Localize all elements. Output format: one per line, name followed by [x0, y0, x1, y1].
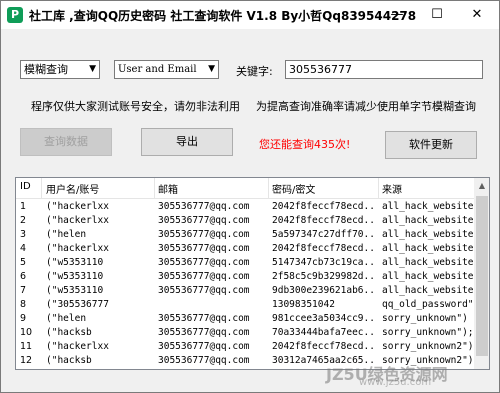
- scroll-up-icon[interactable]: ▲: [474, 178, 489, 194]
- table-header: ID 用户名/账号 邮箱 密码/密文 来源: [16, 178, 474, 199]
- close-button[interactable]: ✕: [457, 1, 497, 29]
- query-mode-select[interactable]: 模糊查询 ▼: [20, 60, 100, 79]
- cell-email: 305536777@qq.com: [158, 257, 250, 268]
- cell-username: ("hacksb: [46, 327, 92, 338]
- cell-id: 10: [20, 327, 33, 338]
- remaining-queries-text: 您还能查询435次!: [259, 138, 351, 151]
- chevron-down-icon: ▼: [208, 64, 215, 74]
- accuracy-hint-text: 为提高查询准确率请减少使用单字节模糊查询: [256, 100, 476, 113]
- cell-source: all_hack_website"): [382, 271, 474, 282]
- cell-id: 5: [20, 257, 27, 268]
- title-bar: P 社工库 ,查询QQ历史密码 社工查询软件 V1.8 By小哲Qq839544…: [1, 1, 499, 29]
- cell-id: 2: [20, 215, 27, 226]
- cell-password: 2042f8feccf78ecd...: [272, 201, 376, 212]
- cell-source: all_hack_website"): [382, 285, 474, 296]
- cell-username: ("w5353110: [46, 257, 104, 268]
- cell-username: ("hackerlxx: [46, 341, 109, 352]
- query-mode-value: 模糊查询: [24, 63, 68, 76]
- cell-email: 305536777@qq.com: [158, 271, 250, 282]
- cell-email: 305536777@qq.com: [158, 229, 250, 240]
- cell-username: ("helen: [46, 313, 87, 324]
- column-header-email[interactable]: 邮箱: [158, 181, 178, 196]
- cell-email: 305536777@qq.com: [158, 327, 250, 338]
- cell-username: ("hackerlxx: [46, 201, 109, 212]
- cell-username: ("hackerlxx: [46, 215, 109, 226]
- vertical-scrollbar[interactable]: ▲: [474, 178, 489, 369]
- cell-password: 981ccee3a5034cc9...: [272, 313, 376, 324]
- maximize-button[interactable]: ☐: [417, 1, 457, 29]
- cell-password: 9db300e239621ab6...: [272, 285, 376, 296]
- cell-email: 305536777@qq.com: [158, 201, 250, 212]
- update-button[interactable]: 软件更新: [385, 131, 477, 159]
- cell-id: 12: [20, 355, 33, 366]
- cell-email: 305536777@qq.com: [158, 243, 250, 254]
- column-header-source[interactable]: 来源: [382, 181, 402, 196]
- cell-email: 305536777@qq.com: [158, 285, 250, 296]
- cell-password: 2f58c5c9b329982d...: [272, 271, 376, 282]
- app-icon: P: [7, 7, 23, 23]
- cell-email: 305536777@qq.com: [158, 313, 250, 324]
- cell-password: 13098351042: [272, 299, 335, 310]
- column-header-password[interactable]: 密码/密文: [272, 181, 315, 196]
- cell-id: 3: [20, 229, 27, 240]
- cell-password: 2042f8feccf78ecd...: [272, 243, 376, 254]
- app-window: P 社工库 ,查询QQ历史密码 社工查询软件 V1.8 By小哲Qq839544…: [0, 0, 500, 393]
- cell-source: sorry_unknown2"): [382, 341, 474, 352]
- cell-username: ("hacksb: [46, 355, 92, 366]
- query-field-value: User and Email: [118, 64, 197, 75]
- cell-password: 5147347cb73c19ca...: [272, 257, 376, 268]
- cell-source: qq_old_password");: [382, 299, 474, 310]
- chevron-down-icon: ▼: [89, 64, 96, 74]
- cell-password: 70a33444bafa7eec...: [272, 327, 376, 338]
- column-header-username[interactable]: 用户名/账号: [46, 181, 99, 196]
- cell-password: 5a597347c27dff70...: [272, 229, 376, 240]
- cell-username: ("hackerlxx: [46, 243, 109, 254]
- query-button[interactable]: 查询数据: [20, 128, 112, 156]
- cell-id: 7: [20, 285, 27, 296]
- keyword-input[interactable]: 305536777: [285, 60, 483, 79]
- scrollbar-thumb[interactable]: [476, 196, 488, 356]
- window-title: 社工库 ,查询QQ历史密码 社工查询软件 V1.8 By小哲Qq83954427…: [29, 9, 417, 23]
- results-table: ID 用户名/账号 邮箱 密码/密文 来源 1 ("hackerlxx 305536…: [15, 177, 490, 370]
- cell-email: 305536777@qq.com: [158, 341, 250, 352]
- cell-id: 11: [20, 341, 33, 352]
- column-header-id[interactable]: ID: [20, 181, 31, 192]
- watermark-url: www.jz5u.com: [359, 377, 432, 388]
- cell-password: 2042f8feccf78ecd...: [272, 341, 376, 352]
- export-button[interactable]: 导出: [141, 128, 233, 156]
- cell-password: 2042f8feccf78ecd...: [272, 215, 376, 226]
- cell-source: all_hack_website"): [382, 243, 474, 254]
- cell-source: sorry_unknown"): [382, 313, 468, 324]
- cell-username: ("helen: [46, 229, 87, 240]
- keyword-label: 关键字:: [236, 65, 273, 78]
- cell-id: 4: [20, 243, 27, 254]
- cell-username: ("w5353110: [46, 271, 104, 282]
- minimize-button[interactable]: —: [377, 1, 417, 29]
- cell-email: 305536777@qq.com: [158, 355, 250, 366]
- cell-username: ("w5353110: [46, 285, 104, 296]
- cell-email: 305536777@qq.com: [158, 215, 250, 226]
- cell-source: all_hack_website"): [382, 215, 474, 226]
- disclaimer-text: 程序仅供大家测试账号安全，请勿非法利用: [31, 100, 240, 113]
- cell-source: all_hack_website"): [382, 201, 474, 212]
- cell-id: 1: [20, 201, 27, 212]
- cell-id: 6: [20, 271, 27, 282]
- cell-source: all_hack_website"): [382, 257, 474, 268]
- cell-username: ("305536777: [46, 299, 109, 310]
- cell-id: 8: [20, 299, 27, 310]
- query-field-select[interactable]: User and Email ▼: [114, 60, 219, 79]
- cell-source: sorry_unknown");: [382, 327, 474, 338]
- cell-source: all_hack_website"): [382, 229, 474, 240]
- cell-id: 9: [20, 313, 27, 324]
